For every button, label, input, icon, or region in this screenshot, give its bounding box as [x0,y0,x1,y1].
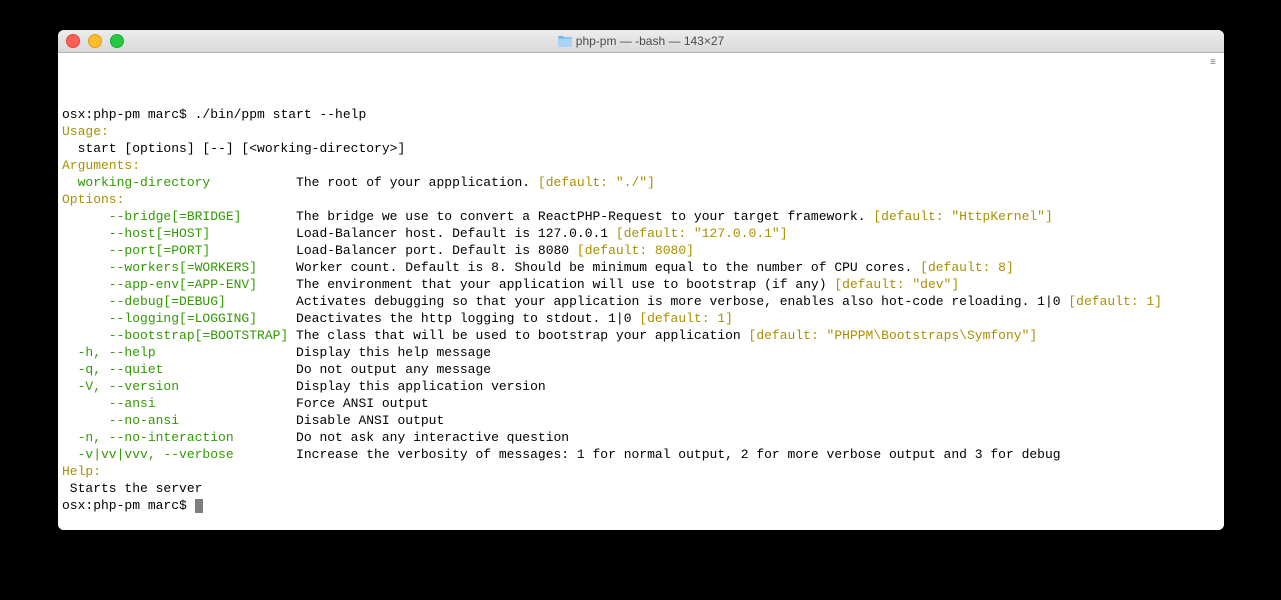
option-flag: --logging[=LOGGING] [62,311,296,326]
option-default: [default: "HttpKernel"] [873,209,1052,224]
arg-default: [default: "./"] [538,175,655,190]
arguments-header: Arguments: [62,158,140,173]
option-desc: Activates debugging so that your applica… [296,294,1068,309]
window-title: php-pm — -bash — 143×27 [58,34,1224,48]
close-icon[interactable] [66,34,80,48]
window-title-text: php-pm — -bash — 143×27 [576,34,724,48]
arg-desc: The root of your appplication. [296,175,538,190]
option-desc: Disable ANSI output [296,413,444,428]
zoom-icon[interactable] [110,34,124,48]
options-header: Options: [62,192,124,207]
option-desc: Increase the verbosity of messages: 1 fo… [296,447,1061,462]
prompt-text: osx:php-pm marc$ [62,498,195,513]
option-row: --port[=PORT] Load-Balancer port. Defaul… [62,242,1220,259]
option-default: [default: "127.0.0.1"] [616,226,788,241]
option-default: [default: 8] [920,260,1014,275]
option-row: -q, --quiet Do not output any message [62,361,1220,378]
usage-header: Usage: [62,124,109,139]
option-desc: Force ANSI output [296,396,429,411]
option-desc: Deactivates the http logging to stdout. … [296,311,639,326]
help-header: Help: [62,464,101,479]
option-row: --app-env[=APP-ENV] The environment that… [62,276,1220,293]
minimize-icon[interactable] [88,34,102,48]
option-row: -v|vv|vvv, --verbose Increase the verbos… [62,446,1220,463]
option-desc: Do not output any message [296,362,491,377]
option-row: -n, --no-interaction Do not ask any inte… [62,429,1220,446]
option-flag: -v|vv|vvv, --verbose [62,447,296,462]
option-flag: -n, --no-interaction [62,430,296,445]
option-desc: Load-Balancer port. Default is 8080 [296,243,577,258]
prompt-text: osx:php-pm marc$ [62,107,195,122]
option-row: --bridge[=BRIDGE] The bridge we use to c… [62,208,1220,225]
option-desc: The class that will be used to bootstrap… [296,328,748,343]
option-flag: --bridge[=BRIDGE] [62,209,296,224]
option-row: --no-ansi Disable ANSI output [62,412,1220,429]
option-flag: -V, --version [62,379,296,394]
option-default: [default: 1] [1068,294,1162,309]
cursor [195,499,203,513]
option-row: --host[=HOST] Load-Balancer host. Defaul… [62,225,1220,242]
option-row: --logging[=LOGGING] Deactivates the http… [62,310,1220,327]
option-flag: --ansi [62,396,296,411]
help-text: Starts the server [62,481,202,496]
option-flag: --bootstrap[=BOOTSTRAP] [62,328,296,343]
arg-name: working-directory [62,175,296,190]
option-desc: The bridge we use to convert a ReactPHP-… [296,209,873,224]
titlebar: php-pm — -bash — 143×27 [58,30,1224,53]
option-desc: Do not ask any interactive question [296,430,569,445]
option-row: --ansi Force ANSI output [62,395,1220,412]
option-default: [default: 1] [639,311,733,326]
option-flag: --no-ansi [62,413,296,428]
terminal-window: php-pm — -bash — 143×27 ≡ osx:php-pm mar… [58,30,1224,530]
option-flag: --app-env[=APP-ENV] [62,277,296,292]
option-desc: The environment that your application wi… [296,277,834,292]
option-flag: -q, --quiet [62,362,296,377]
option-desc: Load-Balancer host. Default is 127.0.0.1 [296,226,616,241]
option-flag: -h, --help [62,345,296,360]
option-default: [default: "PHPPM\Bootstraps\Symfony"] [749,328,1038,343]
option-row: -V, --version Display this application v… [62,378,1220,395]
option-row: --bootstrap[=BOOTSTRAP] The class that w… [62,327,1220,344]
option-desc: Display this help message [296,345,491,360]
usage-line: start [options] [--] [<working-directory… [62,141,405,156]
scroll-indicator-icon: ≡ [1210,55,1222,63]
command-text: ./bin/ppm start --help [195,107,367,122]
option-desc: Display this application version [296,379,546,394]
option-flag: --workers[=WORKERS] [62,260,296,275]
terminal-body[interactable]: ≡ osx:php-pm marc$ ./bin/ppm start --hel… [58,53,1224,530]
option-default: [default: "dev"] [834,277,959,292]
folder-icon [558,36,572,47]
option-row: --debug[=DEBUG] Activates debugging so t… [62,293,1220,310]
option-flag: --port[=PORT] [62,243,296,258]
option-row: --workers[=WORKERS] Worker count. Defaul… [62,259,1220,276]
option-flag: --debug[=DEBUG] [62,294,296,309]
option-flag: --host[=HOST] [62,226,296,241]
option-row: -h, --help Display this help message [62,344,1220,361]
option-desc: Worker count. Default is 8. Should be mi… [296,260,920,275]
traffic-lights [66,34,124,48]
option-default: [default: 8080] [577,243,694,258]
